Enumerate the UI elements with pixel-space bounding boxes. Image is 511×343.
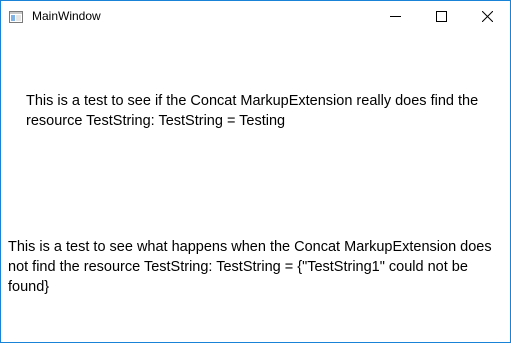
maximize-icon — [436, 11, 447, 22]
window-title: MainWindow — [32, 9, 101, 23]
close-icon — [482, 11, 493, 22]
title-bar[interactable]: MainWindow — [1, 1, 510, 32]
found-resource-textblock: This is a test to see if the Concat Mark… — [26, 91, 501, 131]
window-app-icon[interactable] — [9, 10, 23, 23]
minimize-button[interactable] — [372, 1, 418, 32]
missing-resource-line-1: This is a test to see what happens when … — [8, 239, 492, 255]
found-resource-line-2: resource TestString: TestString = Testin… — [26, 113, 286, 129]
main-window: MainWindow This is a test to see if the … — [0, 0, 511, 343]
missing-resource-line-2: not find the resource TestString: TestSt… — [8, 259, 468, 275]
found-resource-line-1: This is a test to see if the Concat Mark… — [26, 93, 479, 109]
minimize-icon — [390, 16, 401, 17]
missing-resource-textblock: This is a test to see what happens when … — [8, 237, 508, 297]
close-button[interactable] — [464, 1, 510, 32]
missing-resource-line-3: found} — [8, 279, 50, 295]
maximize-button[interactable] — [418, 1, 464, 32]
window-app-icon-glyph — [9, 11, 23, 23]
window-content: This is a test to see if the Concat Mark… — [1, 32, 510, 342]
